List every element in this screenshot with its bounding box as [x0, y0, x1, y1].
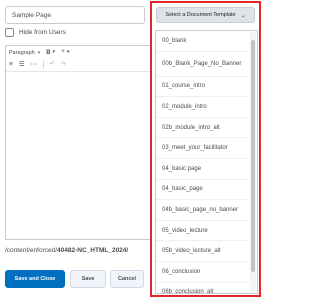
template-option[interactable]: 01_course_intro — [156, 77, 257, 98]
template-option[interactable]: 05_video_lecture — [156, 221, 257, 242]
scrollbar-thumb[interactable] — [251, 40, 255, 272]
template-option[interactable]: 05b_video_lecture_alt — [156, 241, 257, 262]
hide-from-users-checkbox[interactable] — [5, 27, 14, 37]
template-option[interactable]: 03_meet_your_facilitator — [156, 138, 257, 159]
editor-toolbar-row-2: ≡ ☰ ⋯ ↶ ↷ — [6, 59, 153, 72]
hide-from-users-row[interactable]: Hide from Users — [5, 27, 66, 37]
undo-icon[interactable]: ↶ — [49, 61, 54, 69]
html-editor[interactable]: Paragraph ▾ B ▾ + ▾ ≡ ☰ ⋯ ↶ ↷ — [5, 45, 153, 240]
template-option[interactable]: 00b_Blank_Page_No_Banner — [156, 52, 257, 77]
template-option[interactable]: 00_blank — [156, 31, 257, 52]
save-button[interactable]: Save — [70, 270, 106, 288]
bold-button[interactable]: B — [46, 50, 50, 56]
paragraph-format-label: Paragraph — [9, 49, 35, 56]
option-list-scrollbar[interactable] — [250, 32, 256, 292]
template-option[interactable]: 02_module_intro — [156, 97, 257, 118]
template-option[interactable]: 04b_basic_page_no_banner — [156, 200, 257, 221]
content-path: /content/enforced/40482-NC_HTML_2024/ — [5, 247, 128, 254]
more-options-icon[interactable]: ⋯ — [31, 61, 38, 69]
template-option[interactable]: 04_basic_page — [156, 180, 257, 201]
content-path-folder: 40482-NC_HTML_2024/ — [57, 247, 129, 254]
select-document-template-button[interactable]: Select a Document Template ⌄ — [156, 7, 255, 23]
hide-from-users-label: Hide from Users — [19, 28, 66, 36]
content-path-prefix: /content/enforced/ — [5, 247, 58, 254]
title-input[interactable] — [5, 6, 145, 24]
select-document-template-label: Select a Document Template — [165, 12, 236, 18]
redo-icon[interactable]: ↷ — [61, 61, 66, 69]
chevron-down-icon: ▾ — [37, 49, 41, 56]
chevron-down-icon: ⌄ — [240, 12, 246, 19]
save-and-close-button[interactable]: Save and Close — [5, 270, 65, 288]
insert-button[interactable]: + — [61, 49, 65, 56]
template-option[interactable]: 02b_module_intro_alt — [156, 118, 257, 139]
list-icon[interactable]: ☰ — [19, 61, 25, 69]
toolbar-divider — [43, 61, 45, 69]
cancel-button[interactable]: Cancel — [110, 270, 144, 288]
template-option[interactable]: 04_basic page — [156, 159, 257, 180]
template-option[interactable]: 06_conclusion — [156, 262, 257, 283]
paragraph-format-select[interactable]: Paragraph ▾ — [9, 50, 40, 56]
more-formatting-chevron-icon[interactable]: ▾ — [53, 50, 56, 55]
align-icon[interactable]: ≡ — [9, 61, 13, 69]
insert-chevron-icon[interactable]: ▾ — [67, 50, 70, 55]
template-option-list[interactable]: 00_blank 00b_Blank_Page_No_Banner 01_cou… — [155, 30, 258, 294]
template-option[interactable]: 06b_conclusion_alt — [156, 283, 257, 293]
editor-toolbar-row-1: Paragraph ▾ B ▾ + ▾ — [6, 46, 153, 59]
template-dropdown-highlight: Select a Document Template ⌄ 00_blank 00… — [150, 1, 261, 297]
